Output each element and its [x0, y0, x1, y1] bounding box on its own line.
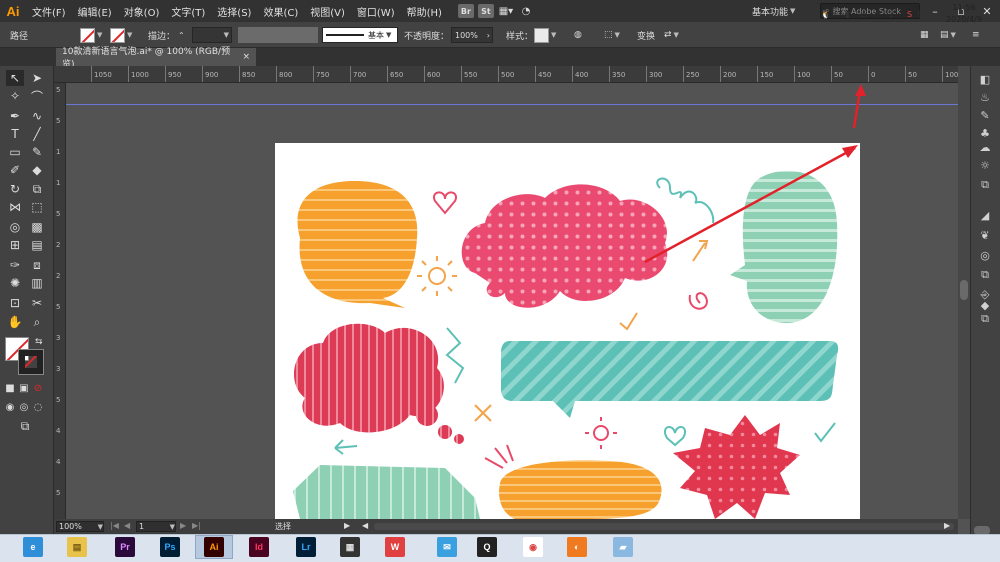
transparency-panel-icon[interactable]: ◢	[977, 208, 993, 222]
zoom-value: 100%	[59, 522, 82, 531]
taskbar-app-notebook[interactable]: ▰	[604, 535, 642, 559]
tray-volume-icon[interactable]: ♪	[886, 9, 897, 19]
tray-battery-icon[interactable]: ▭	[858, 9, 869, 19]
taskbar-app-qq[interactable]: Q	[468, 535, 506, 559]
illustrator-icon: Ai	[204, 537, 224, 557]
page-value: 1	[139, 522, 145, 531]
photoshop-icon: Ps	[160, 537, 180, 557]
tray-input-icon[interactable]: S	[904, 9, 915, 19]
taskbar-app-firefox[interactable]: ◐	[558, 535, 596, 559]
taskbar-clock[interactable]: 11:56 2020/4/9	[934, 2, 994, 26]
clock-time: 11:56	[952, 3, 976, 12]
appearance-panel-icon[interactable]: ☼	[977, 158, 993, 172]
zoom-level-field[interactable]: 100% ▼	[56, 521, 104, 532]
taskbar-app-photoshop[interactable]: Ps	[151, 535, 189, 559]
qq-icon: Q	[477, 537, 497, 557]
annotation-arrow-diagonal	[644, 146, 856, 264]
browser-360-icon: e	[23, 537, 43, 557]
tray-network-icon[interactable]: ▮	[842, 9, 853, 19]
export-panel-icon[interactable]: ⧉	[977, 178, 993, 192]
paint-brush-panel-icon[interactable]: ♨	[977, 90, 993, 104]
notebook-icon: ▰	[613, 537, 633, 557]
gradient-panel-icon[interactable]: ◎	[977, 248, 993, 262]
tray-qq-icon[interactable]: 🐧	[820, 9, 831, 19]
horizontal-scrollbar[interactable]	[374, 523, 990, 535]
links-panel-icon[interactable]: ⧉	[977, 268, 993, 282]
artboard-number-field[interactable]: 1 ▼	[136, 521, 176, 532]
first-artboard-icon[interactable]: |◀	[110, 521, 119, 530]
taskbar-app-video-editor[interactable]: ▦	[331, 535, 369, 559]
taskbar-app-message-app[interactable]: ✉	[428, 535, 466, 559]
last-artboard-icon[interactable]: ▶|	[192, 521, 201, 530]
taskbar-app-premiere[interactable]: Pr	[106, 535, 144, 559]
next-artboard-icon[interactable]: ▶	[180, 521, 186, 530]
tray-keyboard-icon[interactable]: ⌨	[918, 9, 930, 19]
annotation-overlay	[644, 84, 866, 264]
brushes-panel-icon[interactable]: ✎	[977, 108, 993, 122]
symbols-panel-icon[interactable]: ♣	[977, 126, 993, 140]
annotation-arrowhead-diagonal	[842, 145, 858, 158]
annotation-arrowhead-up	[855, 84, 866, 96]
artboards-panel-icon[interactable]: ⧉	[977, 312, 993, 326]
color-panel-icon[interactable]: ◧	[977, 72, 993, 86]
clock-date: 2020/4/9	[946, 15, 982, 24]
wps-icon: W	[385, 537, 405, 557]
taskbar-app-illustrator[interactable]: Ai	[195, 535, 233, 559]
video-editor-icon: ▦	[340, 537, 360, 557]
libraries-panel-icon[interactable]: ☁	[977, 140, 993, 154]
layers-panel-icon[interactable]: ◆	[977, 298, 993, 312]
lightroom-icon: Lr	[296, 537, 316, 557]
status-tool-label: 选择	[275, 522, 291, 531]
firefox-icon: ◐	[567, 537, 587, 557]
tray-wifi-icon[interactable]: ◠	[872, 9, 883, 19]
taskbar-app-file-explorer[interactable]: ▤	[58, 535, 96, 559]
scroll-right-icon[interactable]: ▶	[944, 521, 950, 530]
taskbar-app-wps[interactable]: W	[376, 535, 414, 559]
message-app-icon: ✉	[437, 537, 457, 557]
taskbar-app-lightroom[interactable]: Lr	[287, 535, 325, 559]
vertical-scroll-thumb[interactable]	[960, 280, 968, 300]
taskbar-app-browser-360[interactable]: e	[14, 535, 52, 559]
taskbar-app-chrome[interactable]: ◉	[514, 535, 552, 559]
indesign-icon: Id	[249, 537, 269, 557]
premiere-icon: Pr	[115, 537, 135, 557]
taskbar-app-indesign[interactable]: Id	[240, 535, 278, 559]
status-menu-icon[interactable]: ▶	[344, 521, 350, 530]
file-explorer-icon: ▤	[67, 537, 87, 557]
prev-artboard-icon[interactable]: ◀	[124, 521, 130, 530]
scroll-left-icon[interactable]: ◀	[362, 521, 368, 530]
chrome-icon: ◉	[523, 537, 543, 557]
status-bar: 100% ▼ |◀ ◀ 1 ▼ ▶ ▶| 选择 ▶ ◀ ▶	[54, 519, 990, 535]
graphic-styles-panel-icon[interactable]: ❦	[977, 228, 993, 242]
